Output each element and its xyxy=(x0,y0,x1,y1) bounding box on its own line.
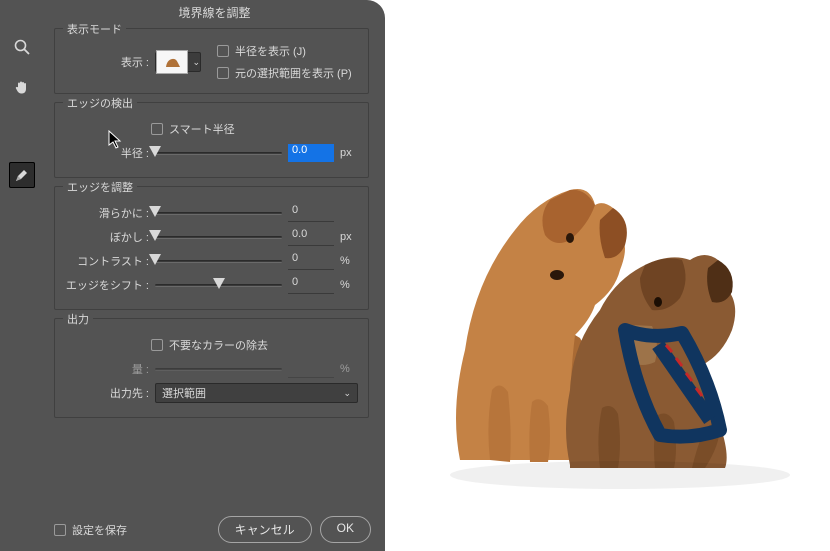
show-prev-sel-checkbox[interactable] xyxy=(217,67,229,79)
hand-tool[interactable] xyxy=(9,74,35,100)
chevron-down-icon: ⌄ xyxy=(192,57,200,68)
decontaminate-checkbox[interactable] xyxy=(151,339,163,351)
output-dest-label: 出力先 : xyxy=(65,385,149,401)
ok-button[interactable]: OK xyxy=(320,516,371,543)
preview-canvas xyxy=(420,130,820,510)
contrast-slider[interactable] xyxy=(155,254,282,268)
show-radius-label: 半径を表示 (J) xyxy=(235,43,306,59)
chevron-down-icon: ⌄ xyxy=(343,388,351,399)
group-header: エッジを調整 xyxy=(63,179,137,195)
amount-unit: % xyxy=(340,363,358,375)
remember-settings-label: 設定を保存 xyxy=(72,522,127,538)
contrast-unit: % xyxy=(340,255,358,267)
feather-slider[interactable] xyxy=(155,230,282,244)
amount-slider xyxy=(155,362,282,376)
smooth-value[interactable]: 0 xyxy=(288,204,334,222)
zoom-tool[interactable] xyxy=(9,34,35,60)
group-output: 出力 不要なカラーの除去 量 : % 出力先 : 選択範囲 ⌄ xyxy=(54,318,369,418)
show-prev-sel-label: 元の選択範囲を表示 (P) xyxy=(235,65,352,81)
display-mode-dropdown[interactable]: ⌄ xyxy=(155,52,201,72)
shift-unit: % xyxy=(340,279,358,291)
radius-value[interactable]: 0.0 xyxy=(288,144,334,162)
contrast-label: コントラスト : xyxy=(65,253,149,269)
group-edge-detect: エッジの検出 スマート半径 半径 : 0.0 px xyxy=(54,102,369,178)
group-display-mode: 表示モード 表示 : ⌄ 半径を表示 (J) 元の選択範囲を xyxy=(54,28,369,94)
contrast-value[interactable]: 0 xyxy=(288,252,334,270)
refine-brush-tool[interactable] xyxy=(9,162,35,188)
brush-icon xyxy=(13,166,31,184)
hand-icon xyxy=(13,78,31,96)
amount-value xyxy=(288,360,334,378)
group-header: エッジの検出 xyxy=(63,95,137,111)
output-dest-value: 選択範囲 xyxy=(162,385,206,401)
radius-unit: px xyxy=(340,147,358,159)
smart-radius-label: スマート半径 xyxy=(169,121,235,137)
shift-slider[interactable] xyxy=(155,278,282,292)
remember-settings-checkbox[interactable] xyxy=(54,524,66,536)
decontaminate-label: 不要なカラーの除去 xyxy=(169,337,268,353)
toolbar xyxy=(0,0,44,551)
amount-label: 量 : xyxy=(65,361,149,377)
smart-radius-checkbox[interactable] xyxy=(151,123,163,135)
display-label: 表示 : xyxy=(65,54,149,70)
magnifier-icon xyxy=(13,38,31,56)
group-header: 表示モード xyxy=(63,21,126,37)
group-header: 出力 xyxy=(63,311,93,327)
shift-value[interactable]: 0 xyxy=(288,276,334,294)
smooth-label: 滑らかに : xyxy=(65,205,149,221)
radius-slider[interactable] xyxy=(155,146,282,160)
cancel-button[interactable]: キャンセル xyxy=(218,516,312,543)
feather-unit: px xyxy=(340,231,358,243)
smooth-slider[interactable] xyxy=(155,206,282,220)
dialog-title: 境界線を調整 xyxy=(44,4,385,21)
shift-label: エッジをシフト : xyxy=(65,277,149,293)
show-radius-checkbox[interactable] xyxy=(217,45,229,57)
feather-label: ぼかし : xyxy=(65,229,149,245)
feather-value[interactable]: 0.0 xyxy=(288,228,334,246)
refine-edge-dialog: 境界線を調整 表示モード 表示 : ⌄ 半径を表示 (J) xyxy=(0,0,385,551)
group-edge-adjust: エッジを調整 滑らかに : 0 ぼかし : 0.0 px コントラスト : 0 … xyxy=(54,186,369,310)
radius-label: 半径 : xyxy=(65,145,149,161)
output-dest-dropdown[interactable]: 選択範囲 ⌄ xyxy=(155,383,358,403)
preview-thumbnail xyxy=(156,50,188,74)
